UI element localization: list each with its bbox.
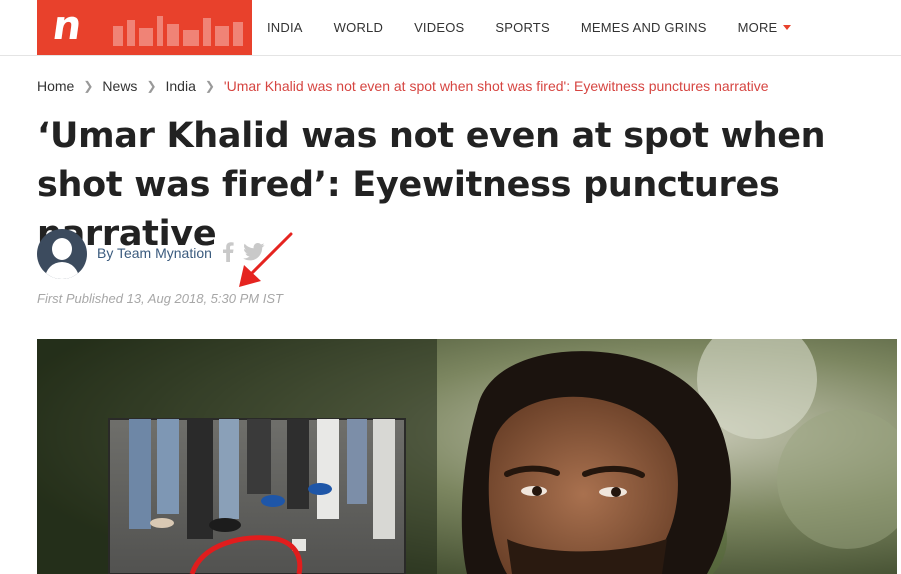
chevron-right-icon: ❯ [146, 79, 157, 93]
site-header: n INDIA WORLD VIDEOS SPORTS MEMES AND GR… [0, 0, 901, 56]
nav-item-india[interactable]: INDIA [267, 20, 303, 35]
breadcrumb-home[interactable]: Home [37, 78, 74, 94]
nav-more-label: MORE [737, 20, 778, 35]
hero-photo-graphic [37, 339, 897, 574]
logo-skyline-graphic [113, 16, 243, 46]
published-timestamp: First Published 13, Aug 2018, 5:30 PM IS… [37, 291, 283, 306]
hero-image[interactable] [37, 339, 897, 574]
logo-letter: n [49, 3, 83, 49]
chevron-right-icon: ❯ [83, 79, 94, 93]
nav-item-sports[interactable]: SPORTS [495, 20, 549, 35]
facebook-icon[interactable] [222, 242, 234, 262]
author-byline[interactable]: By Team Mynation [97, 245, 212, 261]
chevron-right-icon: ❯ [204, 79, 215, 93]
breadcrumb: Home ❯ News ❯ India ❯ 'Umar Khalid was n… [37, 78, 769, 94]
annotation-arrow-icon [239, 232, 293, 287]
breadcrumb-current: 'Umar Khalid was not even at spot when s… [223, 78, 769, 94]
breadcrumb-india[interactable]: India [166, 78, 196, 94]
main-nav: INDIA WORLD VIDEOS SPORTS MEMES AND GRIN… [267, 0, 822, 55]
chevron-down-icon [783, 25, 792, 30]
nav-more-menu[interactable]: MORE [738, 20, 792, 35]
nav-item-memes-and-grins[interactable]: MEMES AND GRINS [581, 20, 707, 35]
breadcrumb-news[interactable]: News [102, 78, 137, 94]
nav-item-world[interactable]: WORLD [334, 20, 383, 35]
article-headline: ‘Umar Khalid was not even at spot when s… [37, 116, 826, 254]
nav-item-videos[interactable]: VIDEOS [414, 20, 464, 35]
site-logo[interactable]: n [37, 0, 252, 55]
user-avatar-icon[interactable] [37, 229, 87, 279]
